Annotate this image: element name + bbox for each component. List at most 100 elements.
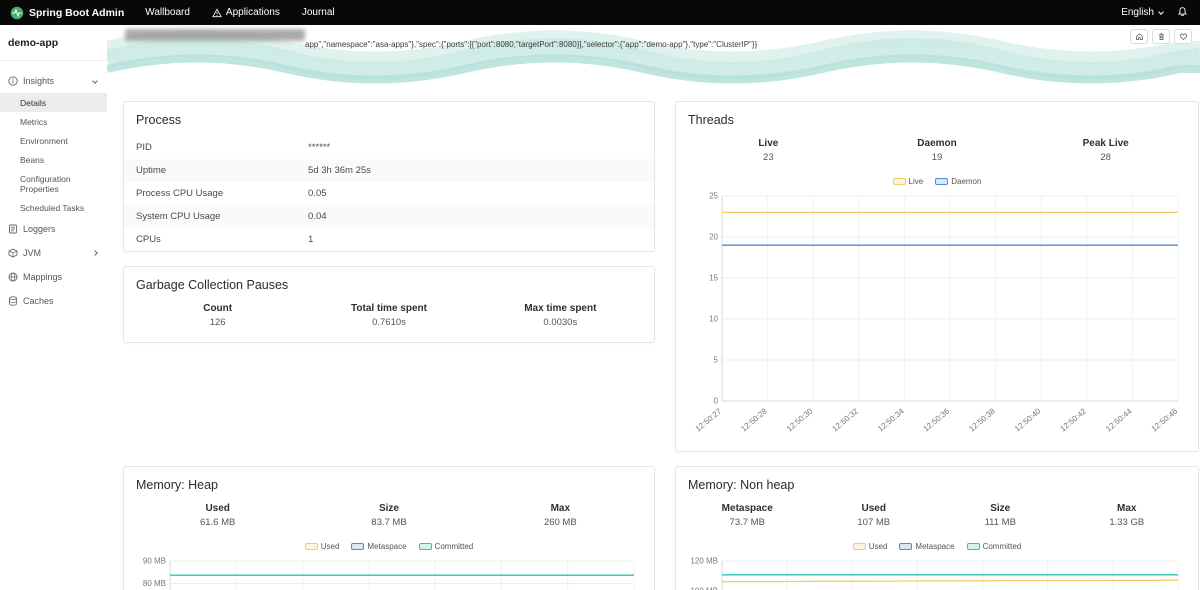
table-row: CPUs 1 (124, 228, 654, 251)
legend-swatch (935, 178, 948, 185)
legend-item: Used (853, 542, 888, 551)
warning-triangle-icon (212, 8, 222, 18)
legend-item: Metaspace (899, 542, 954, 551)
memory-heap-card: Memory: Heap Used 61.6 MB Size 83.7 MB M… (123, 466, 655, 590)
svg-text:12:50:40: 12:50:40 (1013, 406, 1043, 433)
svg-text:120 MB: 120 MB (690, 557, 718, 566)
legend-swatch (351, 543, 364, 550)
sidebar-item-beans[interactable]: Beans (0, 150, 107, 169)
trash-icon (1157, 32, 1166, 41)
heap-stat-max: Max 260 MB (475, 503, 646, 528)
svg-text:12:50:36: 12:50:36 (922, 406, 952, 433)
sidebar-item-configuration-properties[interactable]: Configuration Properties (0, 169, 107, 198)
svg-text:0: 0 (714, 397, 719, 406)
memory-heap-chart: 90 MB80 MB70 MB60 MB50 MB (134, 555, 644, 590)
svg-text:12:50:30: 12:50:30 (785, 406, 815, 433)
redacted-instance-url (125, 29, 305, 41)
svg-text:5: 5 (714, 356, 719, 365)
cube-icon (8, 248, 18, 258)
legend-swatch (893, 178, 906, 185)
gc-card-title: Garbage Collection Pauses (124, 267, 654, 301)
heap-card-title: Memory: Heap (124, 467, 654, 501)
svg-text:100 MB: 100 MB (690, 587, 718, 590)
instance-metadata: app","namespace":"asa-apps"},"spec":{"po… (305, 40, 845, 50)
bell-icon (1177, 6, 1188, 20)
nav-item-wallboard[interactable]: Wallboard (134, 0, 201, 25)
threads-card: Threads Live 23 Daemon 19 Peak Live 28 (675, 101, 1199, 452)
gc-stat-count: Count 126 (132, 303, 303, 328)
process-table: PID ****** Uptime 5d 3h 36m 25s Process … (124, 136, 654, 251)
sidebar-item-environment[interactable]: Environment (0, 131, 107, 150)
legend-item: Used (305, 542, 340, 551)
delete-button[interactable] (1152, 29, 1170, 44)
sidebar-item-jvm[interactable]: JVM (0, 241, 107, 265)
nonheap-stat-size: Size 111 MB (937, 503, 1064, 528)
table-row: Uptime 5d 3h 36m 25s (124, 159, 654, 182)
heap-legend: Used Metaspace Committed (124, 542, 654, 553)
info-icon (8, 76, 18, 86)
spring-boot-admin-logo-icon (10, 6, 24, 20)
threads-stat-daemon: Daemon 19 (853, 138, 1022, 163)
threads-chart: 252015105012:50:2712:50:2812:50:3012:50:… (686, 190, 1188, 445)
sidebar-app-name: demo-app (0, 25, 107, 61)
main-content: Process PID ****** Uptime 5d 3h 36m 25s … (107, 85, 1200, 590)
legend-item: Daemon (935, 177, 981, 186)
heap-stat-used: Used 61.6 MB (132, 503, 303, 528)
legend-swatch (305, 543, 318, 550)
home-icon (1135, 32, 1144, 41)
nonheap-card-title: Memory: Non heap (676, 467, 1198, 501)
legend-item: Live (893, 177, 924, 186)
list-icon (8, 224, 18, 234)
svg-text:12:50:46: 12:50:46 (1150, 406, 1180, 433)
svg-text:20: 20 (709, 233, 718, 242)
sidebar-item-metrics[interactable]: Metrics (0, 112, 107, 131)
svg-text:12:50:27: 12:50:27 (694, 406, 724, 433)
table-row: PID ****** (124, 136, 654, 159)
threads-stat-live: Live 23 (684, 138, 853, 163)
top-navbar: Spring Boot Admin Wallboard Applications… (0, 0, 1200, 25)
gc-pauses-card: Garbage Collection Pauses Count 126 Tota… (123, 266, 655, 343)
sidebar-item-scheduled-tasks[interactable]: Scheduled Tasks (0, 198, 107, 217)
legend-swatch (419, 543, 432, 550)
legend-item: Metaspace (351, 542, 406, 551)
sidebar-item-caches[interactable]: Caches (0, 289, 107, 313)
svg-text:12:50:38: 12:50:38 (967, 406, 997, 433)
brand-title: Spring Boot Admin (29, 7, 124, 19)
table-row: Process CPU Usage 0.05 (124, 182, 654, 205)
svg-text:12:50:42: 12:50:42 (1058, 406, 1088, 433)
svg-text:12:50:28: 12:50:28 (739, 406, 769, 433)
legend-swatch (899, 543, 912, 550)
language-selector[interactable]: English (1113, 7, 1171, 18)
nav-item-applications[interactable]: Applications (201, 0, 291, 25)
table-row: System CPU Usage 0.04 (124, 205, 654, 228)
notifications-button[interactable] (1171, 6, 1200, 20)
nav-item-journal[interactable]: Journal (291, 0, 346, 25)
gc-stat-max-time: Max time spent 0.0030s (475, 303, 646, 328)
svg-text:10: 10 (709, 315, 718, 324)
sidebar: demo-app Insights Details Metrics Enviro… (0, 25, 107, 590)
threads-card-title: Threads (676, 102, 1198, 136)
sidebar-item-details[interactable]: Details (0, 93, 107, 112)
heap-stat-size: Size 83.7 MB (303, 503, 474, 528)
process-card: Process PID ****** Uptime 5d 3h 36m 25s … (123, 101, 655, 252)
brand[interactable]: Spring Boot Admin (0, 6, 134, 20)
sidebar-item-mappings[interactable]: Mappings (0, 265, 107, 289)
svg-text:12:50:44: 12:50:44 (1104, 406, 1134, 433)
favorite-button[interactable] (1174, 29, 1192, 44)
home-button[interactable] (1130, 29, 1148, 44)
nonheap-stat-max: Max 1.33 GB (1064, 503, 1191, 528)
chevron-right-icon (92, 250, 98, 256)
chevron-down-icon (1158, 9, 1164, 15)
legend-swatch (967, 543, 980, 550)
process-card-title: Process (124, 102, 654, 136)
memory-nonheap-card: Memory: Non heap Metaspace 73.7 MB Used … (675, 466, 1199, 590)
instance-header: app","namespace":"asa-apps"},"spec":{"po… (107, 25, 1200, 85)
svg-text:12:50:32: 12:50:32 (830, 406, 860, 433)
sidebar-item-insights[interactable]: Insights (0, 69, 107, 93)
gc-stat-total-time: Total time spent 0.7610s (303, 303, 474, 328)
nonheap-stat-metaspace: Metaspace 73.7 MB (684, 503, 811, 528)
sidebar-item-loggers[interactable]: Loggers (0, 217, 107, 241)
memory-nonheap-chart: 120 MB100 MB80 MB (686, 555, 1188, 590)
svg-text:90 MB: 90 MB (143, 557, 166, 566)
threads-legend: Live Daemon (676, 177, 1198, 188)
